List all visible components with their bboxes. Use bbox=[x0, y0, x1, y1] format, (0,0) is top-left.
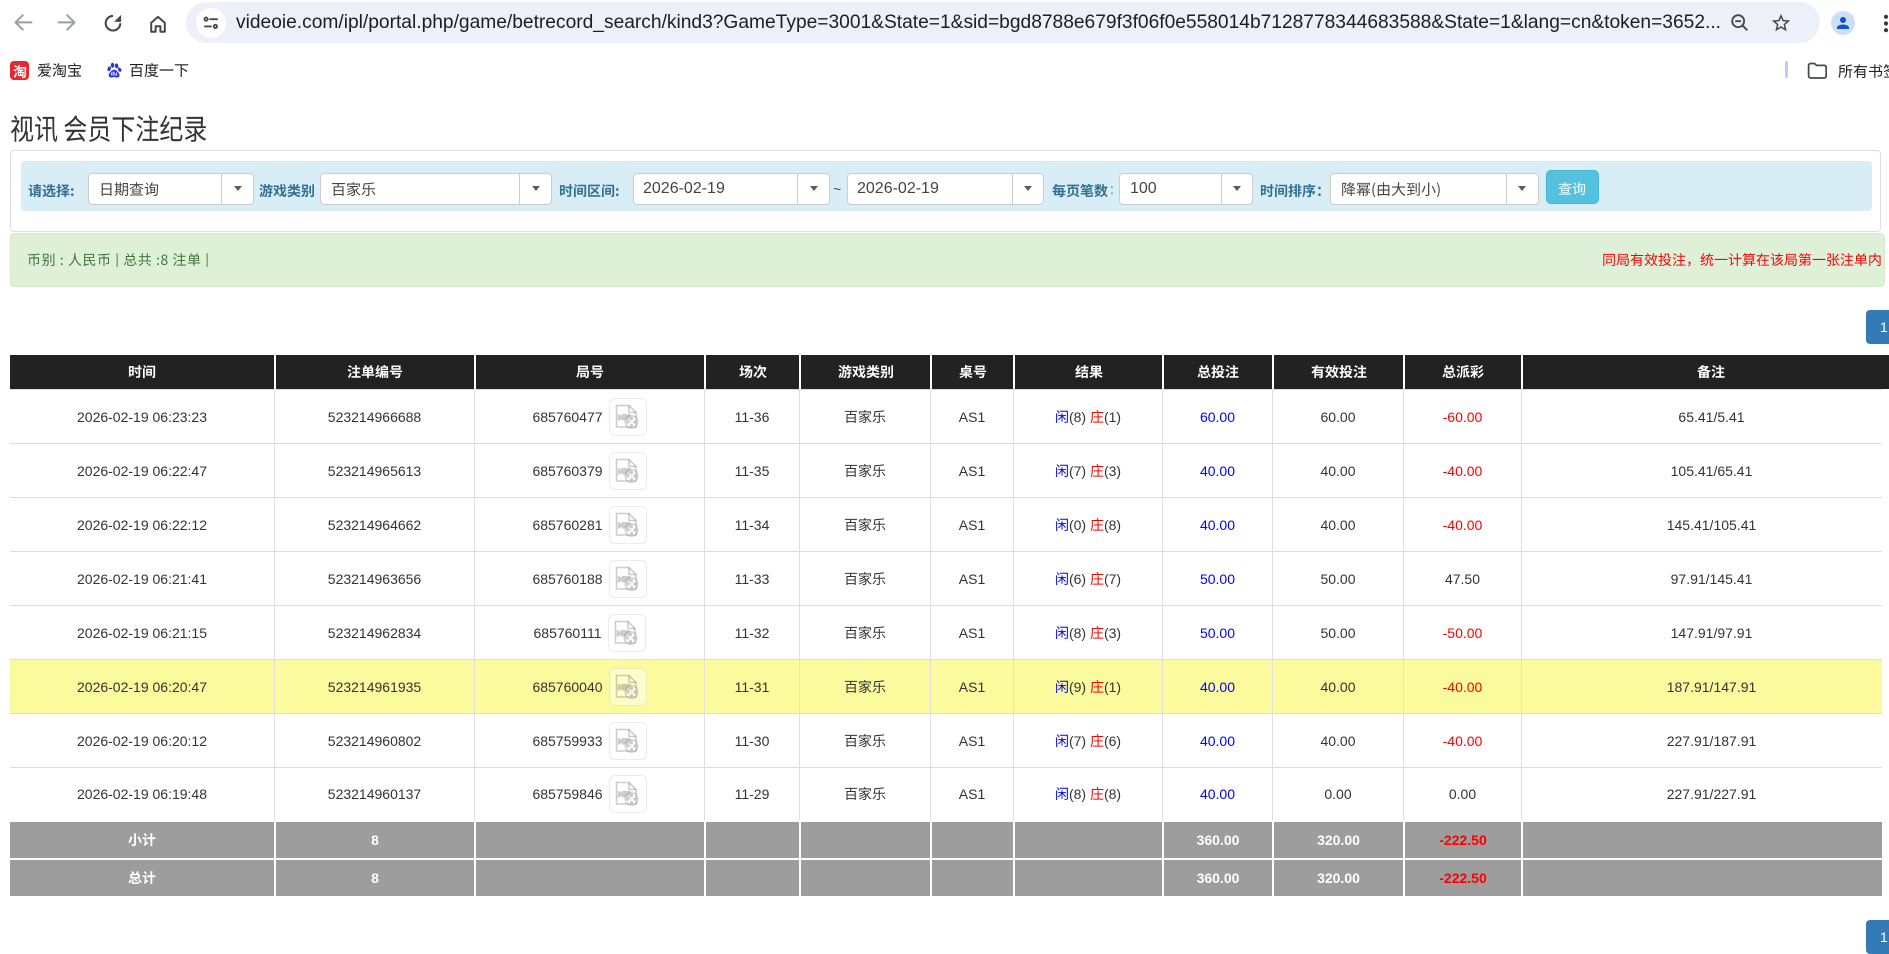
svg-text:du: du bbox=[111, 72, 118, 78]
